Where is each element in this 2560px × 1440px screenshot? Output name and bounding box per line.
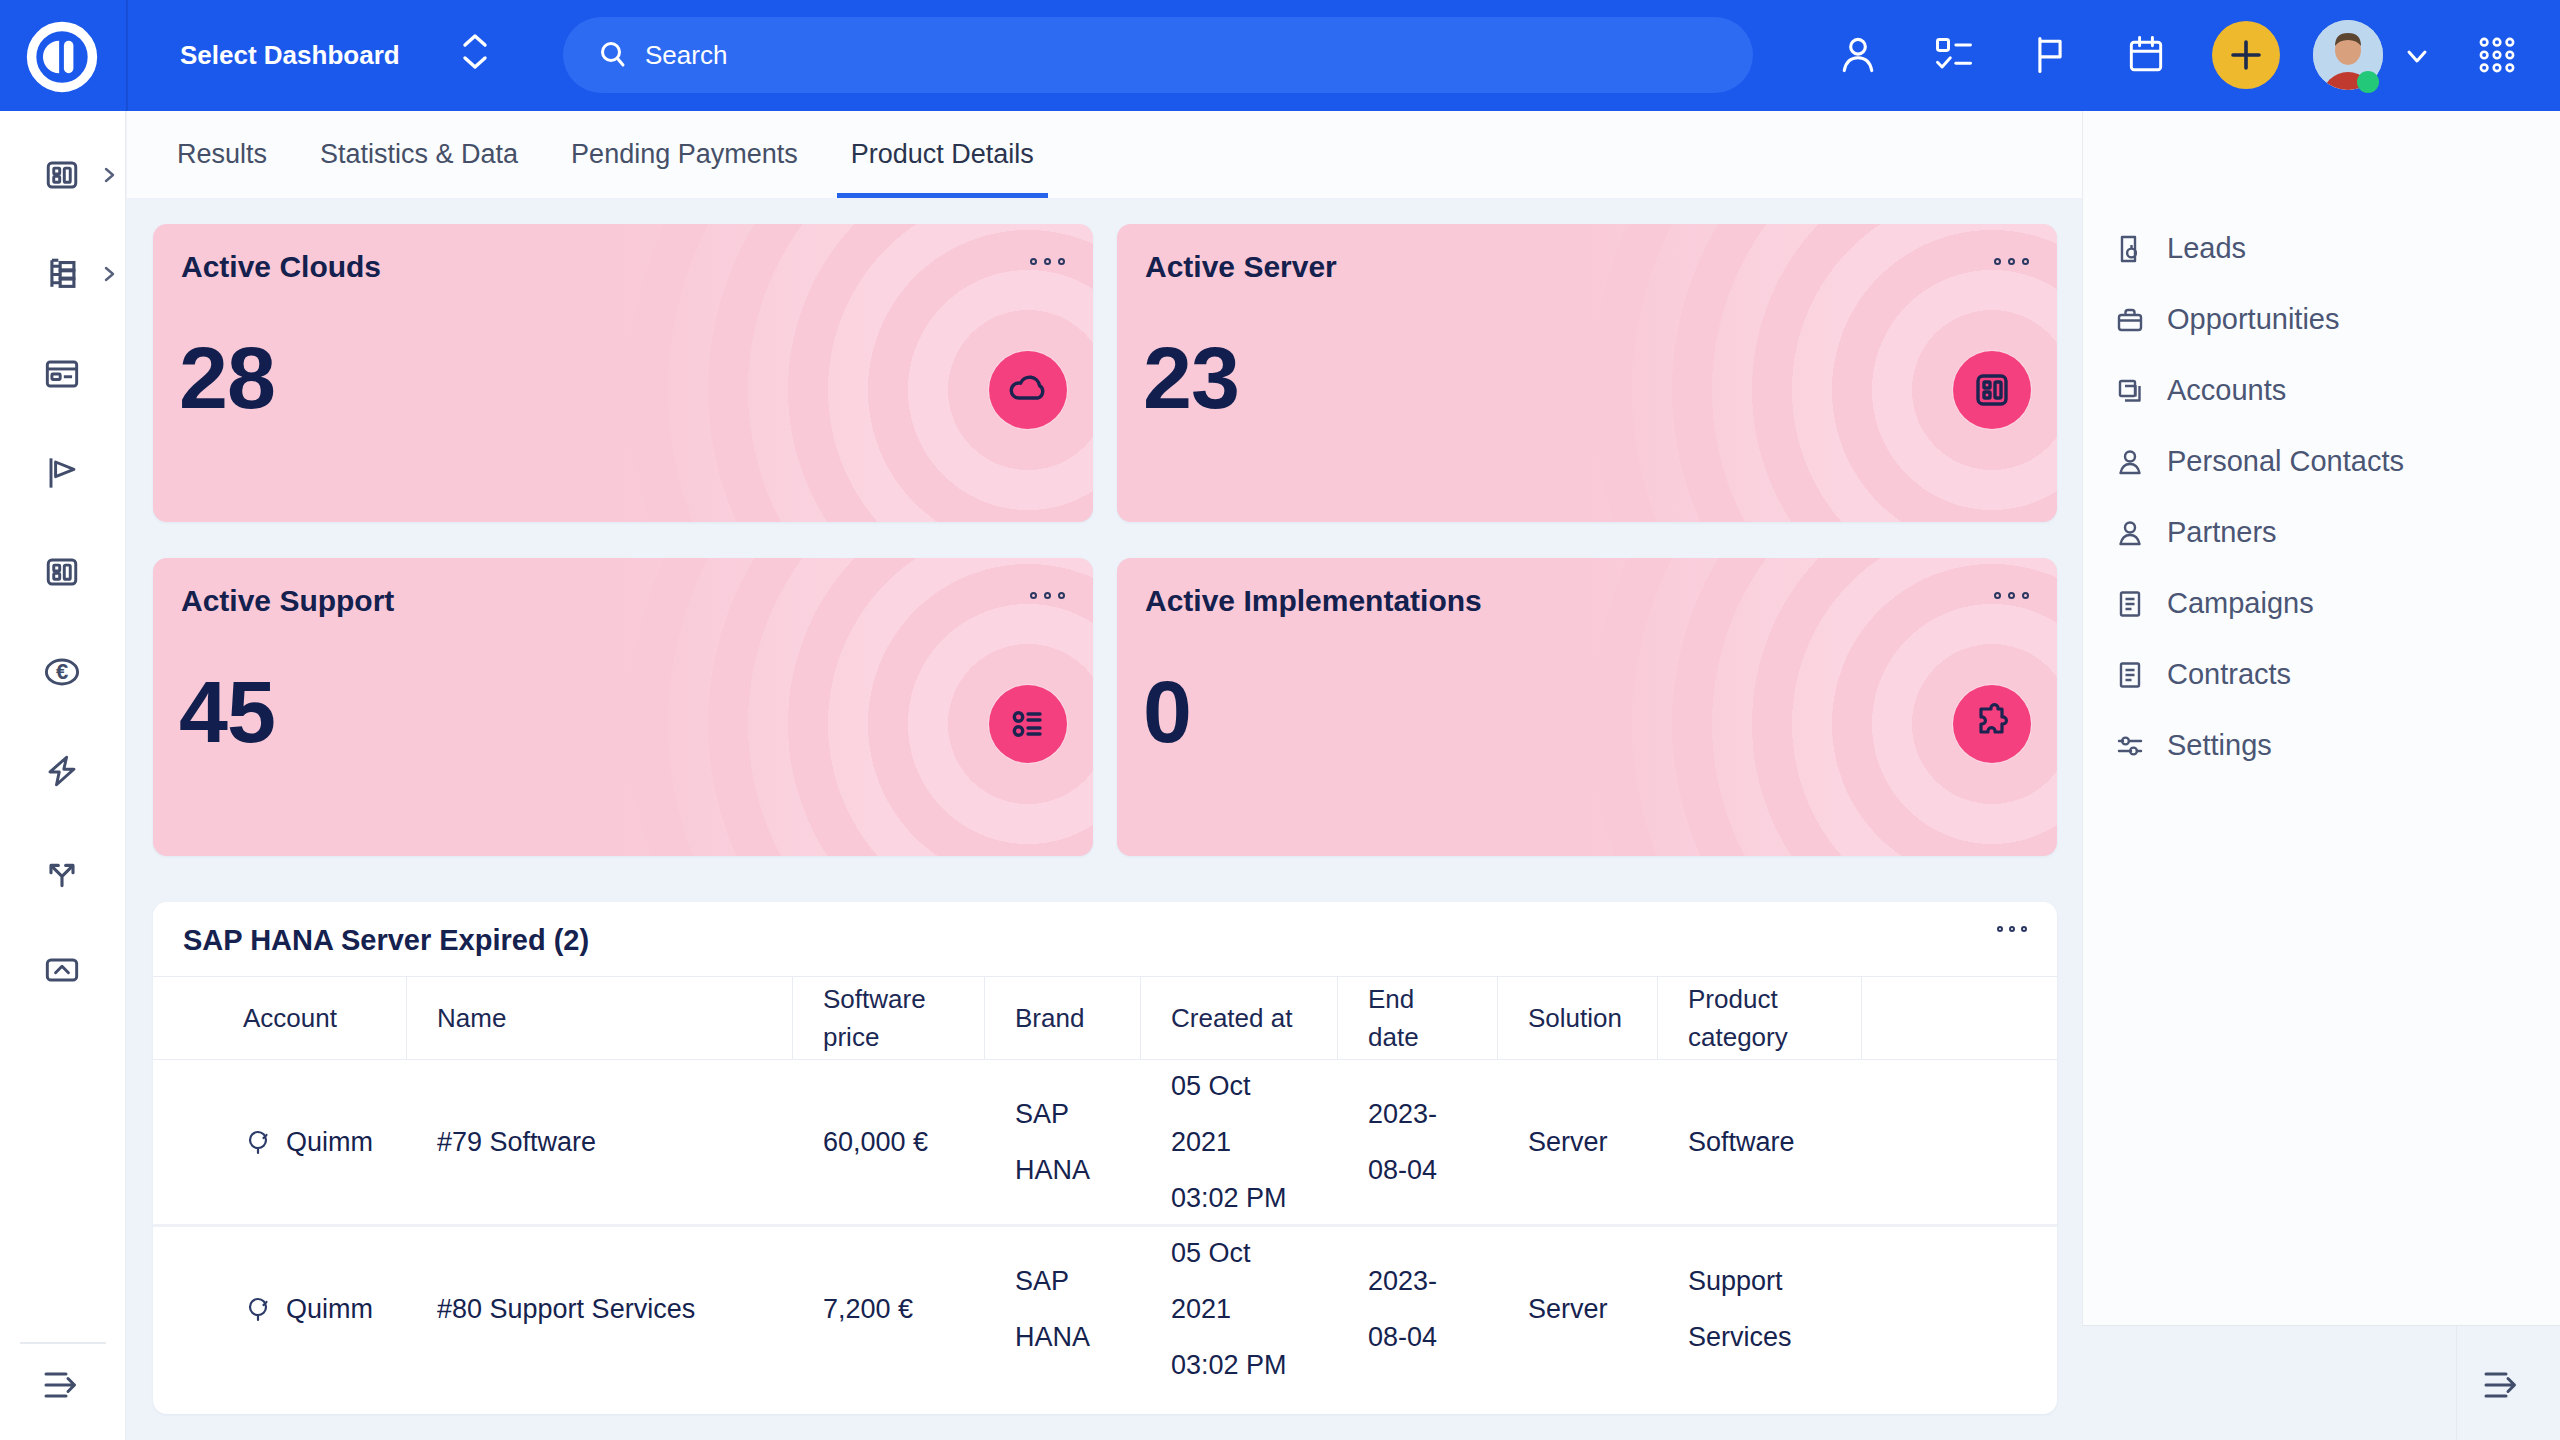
table-menu-button[interactable] bbox=[1997, 926, 2027, 932]
column-header-created-at[interactable]: Created at bbox=[1141, 977, 1338, 1059]
topbar-divider bbox=[126, 0, 128, 111]
app-logo-icon[interactable] bbox=[24, 19, 100, 95]
kpi-card-active-support: Active Support 45 bbox=[153, 558, 1093, 856]
card-menu-button[interactable] bbox=[1030, 258, 1065, 265]
tab-results[interactable]: Results bbox=[163, 111, 281, 198]
tab-pending-payments[interactable]: Pending Payments bbox=[557, 111, 812, 198]
column-header-name[interactable]: Name bbox=[407, 977, 793, 1059]
kpi-card-active-server: Active Server 23 bbox=[1117, 224, 2057, 522]
calendar-icon[interactable] bbox=[2124, 33, 2168, 77]
nav-item-campaigns[interactable]: Campaigns bbox=[2083, 568, 2560, 639]
kpi-title: Active Implementations bbox=[1145, 584, 1482, 618]
kpi-value: 23 bbox=[1143, 328, 1239, 428]
kpi-title: Active Server bbox=[1145, 250, 1337, 284]
nav-item-leads[interactable]: Leads bbox=[2083, 213, 2560, 284]
search-placeholder: Search bbox=[645, 40, 727, 71]
kpi-value: 28 bbox=[179, 328, 275, 428]
tasks-icon[interactable] bbox=[1932, 33, 1976, 77]
puzzle-icon bbox=[1953, 685, 2031, 763]
card-menu-button[interactable] bbox=[1994, 258, 2029, 265]
overlapping-cards-icon bbox=[2114, 375, 2146, 407]
right-panel-collapse-button[interactable] bbox=[2479, 1362, 2525, 1408]
kpi-card-active-implementations: Active Implementations 0 bbox=[1117, 558, 2057, 856]
sidebar-browser-icon[interactable] bbox=[40, 352, 84, 396]
online-status-dot bbox=[2357, 71, 2379, 93]
flag-icon[interactable] bbox=[2028, 33, 2072, 77]
sidebar-tree-expand-icon[interactable] bbox=[100, 265, 118, 283]
sidebar-collapse-button[interactable] bbox=[39, 1362, 85, 1408]
sliders-icon bbox=[2114, 730, 2146, 762]
table-card: SAP HANA Server Expired (2) Account Name… bbox=[153, 902, 2057, 1414]
sidebar-tree-icon[interactable] bbox=[40, 252, 84, 296]
kpi-title: Active Clouds bbox=[181, 250, 381, 284]
search-icon bbox=[597, 39, 629, 71]
sidebar-dashboard-icon[interactable] bbox=[40, 153, 84, 197]
column-header-empty bbox=[1862, 977, 2057, 1059]
topbar: Select Dashboard Search bbox=[0, 0, 2560, 111]
document-lines-icon bbox=[2114, 588, 2146, 620]
kpi-value: 0 bbox=[1143, 662, 1191, 762]
kpi-value: 45 bbox=[179, 662, 275, 762]
nav-item-settings[interactable]: Settings bbox=[2083, 710, 2560, 781]
svg-text:€: € bbox=[56, 659, 68, 684]
table-title: SAP HANA Server Expired (2) bbox=[183, 924, 589, 957]
server-panel-icon bbox=[1953, 351, 2031, 429]
bottom-right-divider bbox=[2456, 1326, 2457, 1440]
table-row[interactable]: Quimm #80 Support Services 7,200 € SAP H… bbox=[153, 1224, 2057, 1390]
tab-statistics-data[interactable]: Statistics & Data bbox=[306, 111, 532, 198]
sidebar-branch-icon[interactable] bbox=[40, 848, 84, 892]
cloud-icon bbox=[989, 351, 1067, 429]
support-list-icon bbox=[989, 685, 1067, 763]
column-header-account[interactable]: Account bbox=[153, 977, 407, 1059]
person-icon bbox=[2114, 446, 2146, 478]
document-lines-icon bbox=[2114, 659, 2146, 691]
sidebar-divider bbox=[20, 1342, 106, 1344]
sidebar-tray-icon[interactable] bbox=[40, 948, 84, 992]
nav-item-contracts[interactable]: Contracts bbox=[2083, 639, 2560, 710]
add-button[interactable] bbox=[2212, 21, 2280, 89]
nav-item-accounts[interactable]: Accounts bbox=[2083, 355, 2560, 426]
person-icon bbox=[2114, 517, 2146, 549]
card-menu-button[interactable] bbox=[1994, 592, 2029, 599]
column-header-brand[interactable]: Brand bbox=[985, 977, 1141, 1059]
avatar-chevron-down-icon[interactable] bbox=[2402, 44, 2432, 68]
search-input[interactable]: Search bbox=[563, 17, 1753, 93]
right-panel: Leads Opportunities Accounts Personal Co… bbox=[2082, 111, 2560, 1326]
sidebar-panel-icon[interactable] bbox=[40, 550, 84, 594]
column-header-software-price[interactable]: Software price bbox=[793, 977, 985, 1059]
dashboard-content: Active Clouds 28 Active Server 23 Active… bbox=[127, 198, 2082, 1440]
sidebar-dashboard-expand-icon[interactable] bbox=[100, 166, 118, 184]
lead-document-icon bbox=[2114, 233, 2146, 265]
dashboard-selector-chevrons-icon[interactable] bbox=[462, 33, 488, 70]
nav-item-personal-contacts[interactable]: Personal Contacts bbox=[2083, 426, 2560, 497]
dashboard-selector[interactable]: Select Dashboard bbox=[180, 0, 400, 111]
tabstrip: Results Statistics & Data Pending Paymen… bbox=[127, 111, 2082, 198]
table-header: Account Name Software price Brand Create… bbox=[153, 976, 2057, 1060]
contacts-icon[interactable] bbox=[1836, 33, 1880, 77]
kpi-card-active-clouds: Active Clouds 28 bbox=[153, 224, 1093, 522]
table-row[interactable]: Quimm #79 Software 60,000 € SAP HANA 05 … bbox=[153, 1060, 2057, 1224]
tab-product-details[interactable]: Product Details bbox=[837, 111, 1048, 198]
column-header-product-category[interactable]: Product category bbox=[1658, 977, 1862, 1059]
sidebar-pennant-icon[interactable] bbox=[40, 451, 84, 495]
kpi-title: Active Support bbox=[181, 584, 394, 618]
card-menu-button[interactable] bbox=[1030, 592, 1065, 599]
nav-item-opportunities[interactable]: Opportunities bbox=[2083, 284, 2560, 355]
briefcase-icon bbox=[2114, 304, 2146, 336]
column-header-end-date[interactable]: End date bbox=[1338, 977, 1498, 1059]
account-icon bbox=[243, 1127, 273, 1157]
apps-grid-icon[interactable] bbox=[2475, 33, 2519, 77]
column-header-solution[interactable]: Solution bbox=[1498, 977, 1658, 1059]
sidebar-lightning-icon[interactable] bbox=[40, 749, 84, 793]
nav-item-partners[interactable]: Partners bbox=[2083, 497, 2560, 568]
account-icon bbox=[243, 1294, 273, 1324]
sidebar-euro-icon[interactable]: € bbox=[40, 650, 84, 694]
